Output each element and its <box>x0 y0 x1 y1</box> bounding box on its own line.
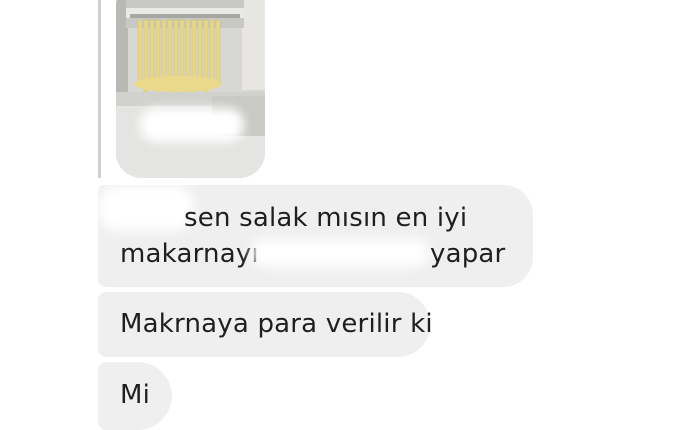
message-text-line: yapar <box>430 239 506 269</box>
redaction-mark <box>98 185 194 231</box>
message-text-line: makarnayı <box>120 239 259 269</box>
message-bubble[interactable]: Mi <box>98 362 172 430</box>
redaction-mark <box>140 108 244 142</box>
message-bubble[interactable]: sen salak mısın en iyi makarnayı yapar <box>98 185 533 287</box>
pasta-machine-image <box>116 0 265 178</box>
message-text: Mi <box>120 380 151 410</box>
message-text-line: sen salak mısın en iyi <box>184 203 468 233</box>
shared-photo[interactable] <box>116 0 265 178</box>
message-bubble[interactable]: Makrnaya para verilir ki <box>98 292 433 357</box>
message-text: Makrnaya para verilir ki <box>120 309 433 339</box>
redaction-mark <box>251 239 429 267</box>
reply-quote-bar <box>98 0 101 178</box>
